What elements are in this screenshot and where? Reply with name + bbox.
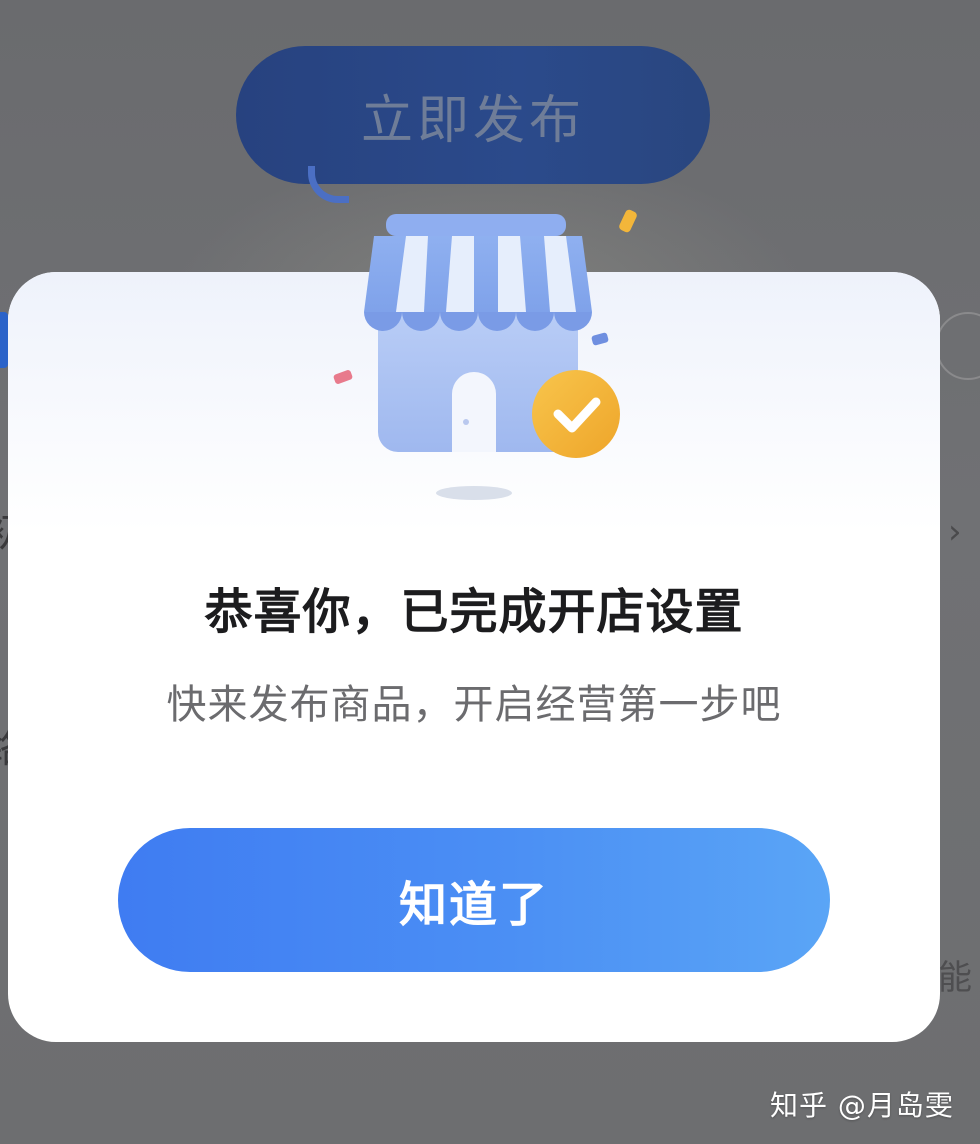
watermark-text: 知乎 @月岛雯 [770,1089,954,1122]
background-chevron-right-icon: › [948,512,962,552]
background-right-edge-text: 能 [938,958,972,998]
got-it-button[interactable]: 知道了 [118,828,830,972]
dialog-title: 恭喜你，已完成开店设置 [204,584,744,640]
background-publish-button: 立即发布 [236,46,710,184]
store-with-checkmark-icon [333,209,637,500]
dialog-subtitle: 快来发布商品，开启经营第一步吧 [166,682,782,728]
background-left-edge-accent [0,312,8,368]
